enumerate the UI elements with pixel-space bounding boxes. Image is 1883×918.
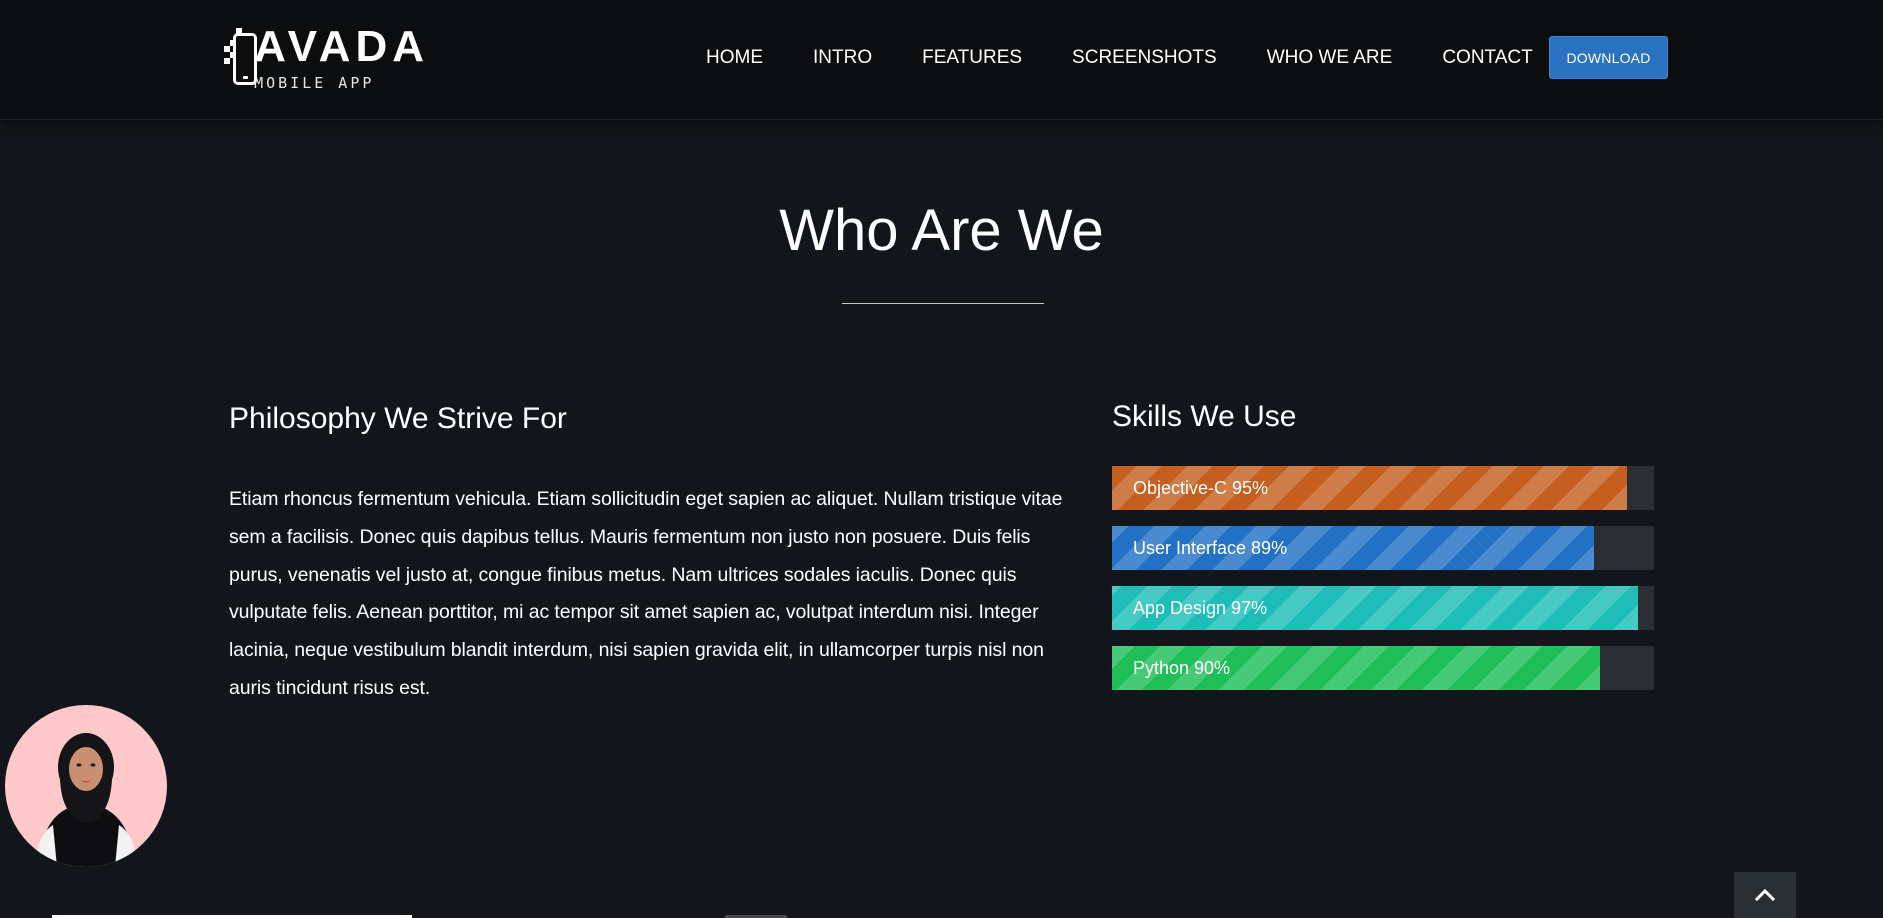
- skill-label: User Interface 89%: [1133, 537, 1288, 558]
- section-title: Who Are We: [779, 198, 1104, 263]
- person-avatar-icon: [35, 733, 137, 867]
- logo-subtitle: MOBILE APP: [254, 74, 375, 92]
- nav-item-contact[interactable]: CONTACT: [1442, 47, 1532, 69]
- download-button[interactable]: DOWNLOAD: [1549, 36, 1668, 79]
- skill-bar-python: Python 90%: [1112, 646, 1654, 690]
- main-nav: HOME INTRO FEATURES SCREENSHOTS WHO WE A…: [706, 46, 1533, 70]
- site-header: AVADA MOBILE APP HOME INTRO FEATURES SCR…: [0, 0, 1883, 120]
- logo-title: AVADA: [254, 22, 429, 71]
- nav-item-intro[interactable]: INTRO: [813, 47, 872, 69]
- chat-avatar[interactable]: [5, 705, 167, 867]
- skill-label: App Design 97%: [1133, 597, 1268, 618]
- nav-item-who-we-are[interactable]: WHO WE ARE: [1267, 47, 1393, 69]
- skills-heading: Skills We Use: [1112, 400, 1297, 433]
- skill-label: Python 90%: [1133, 657, 1231, 678]
- skill-bar-user-interface: User Interface 89%: [1112, 526, 1654, 570]
- philosophy-heading: Philosophy We Strive For: [229, 402, 567, 435]
- phone-logo-icon: [224, 28, 257, 88]
- logo-text: AVADA MOBILE APP: [254, 25, 429, 91]
- nav-item-features[interactable]: FEATURES: [922, 47, 1022, 69]
- section-divider: [842, 303, 1044, 304]
- nav-item-home[interactable]: HOME: [706, 47, 763, 69]
- skill-bar-app-design: App Design 97%: [1112, 586, 1654, 630]
- philosophy-paragraph: Etiam rhoncus fermentum vehicula. Etiam …: [229, 488, 1063, 699]
- nav-item-screenshots[interactable]: SCREENSHOTS: [1072, 47, 1217, 69]
- skill-bar-objective-c: Objective-C 95%: [1112, 466, 1654, 510]
- back-to-top-button[interactable]: [1734, 872, 1796, 918]
- chevron-up-icon: [1755, 888, 1775, 902]
- skill-label: Objective-C 95%: [1133, 477, 1269, 498]
- site-logo[interactable]: AVADA MOBILE APP: [224, 22, 429, 94]
- skills-list: Objective-C 95% User Interface 89% App D…: [1112, 466, 1654, 706]
